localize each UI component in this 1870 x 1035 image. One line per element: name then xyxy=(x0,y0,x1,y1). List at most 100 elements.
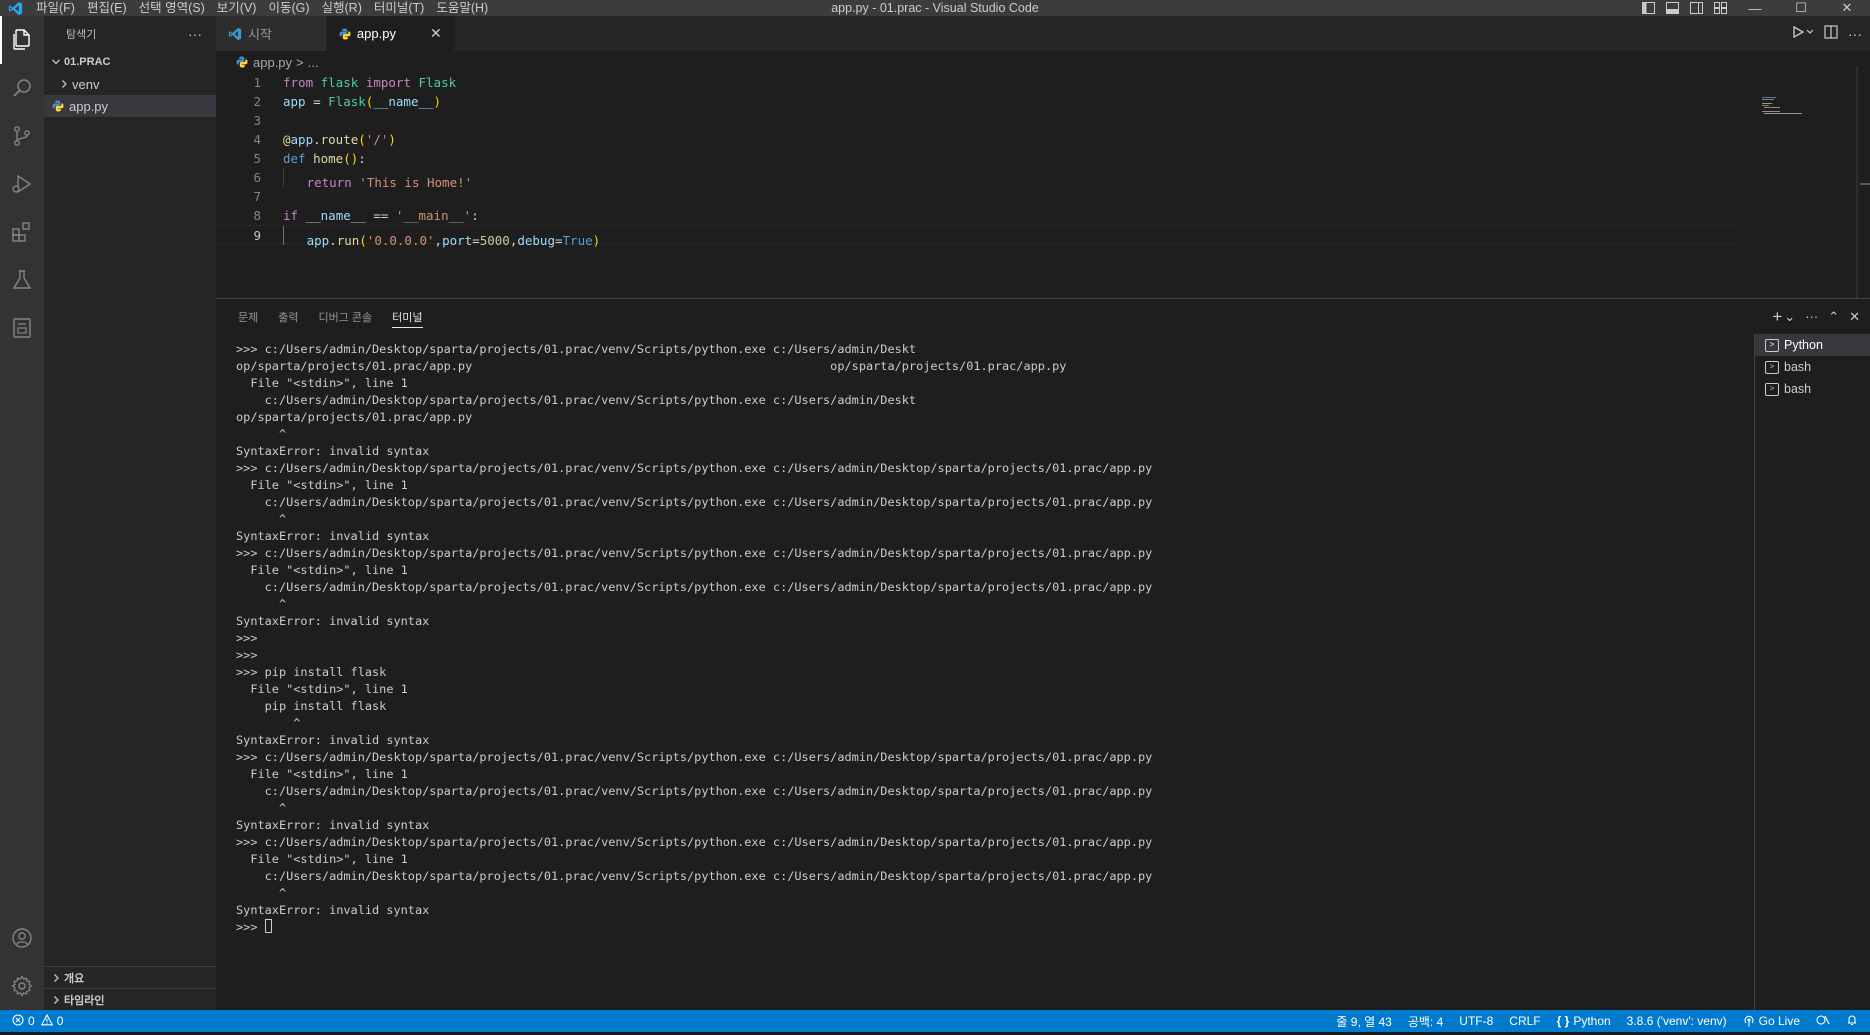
go-live-button[interactable]: Go Live xyxy=(1743,1014,1800,1028)
terminal-icon: > xyxy=(1765,360,1779,374)
terminal-list: > Python > bash > bash xyxy=(1754,334,1870,1011)
terminal-line: File "<stdin>", line 1 xyxy=(236,376,408,390)
remote-explorer-icon[interactable] xyxy=(0,304,44,352)
new-terminal-button[interactable]: + xyxy=(1772,307,1782,327)
code-editor[interactable]: 1 from flask import Flask 2 app = Flask(__… xyxy=(216,73,1870,248)
close-panel-icon[interactable]: ✕ xyxy=(1849,309,1860,325)
breadcrumb-file[interactable]: app.py xyxy=(253,55,292,70)
terminal-line: >>> xyxy=(236,631,258,645)
terminal-item-bash[interactable]: > bash xyxy=(1755,356,1870,378)
menu-bar: 파일(F) 편집(E) 선택 영역(S) 보기(V) 이동(G) 실행(R) 터… xyxy=(30,0,494,16)
minimize-button[interactable]: — xyxy=(1732,0,1778,16)
chevron-right-icon xyxy=(48,995,64,1005)
tab-debug-console[interactable]: 디버그 콘솔 xyxy=(309,299,383,334)
terminal-item-label: Python xyxy=(1784,338,1823,352)
terminal-item-label: bash xyxy=(1784,360,1812,374)
terminal-line: op/sparta/projects/01.prac/app.py op/spa… xyxy=(236,359,1067,373)
timeline-section[interactable]: 타임라인 xyxy=(44,988,216,1010)
menu-file[interactable]: 파일(F) xyxy=(30,0,81,16)
feedback-icon[interactable] xyxy=(1816,1014,1830,1029)
split-editor-icon[interactable] xyxy=(1824,25,1838,42)
terminal-line: c:/Users/admin/Desktop/sparta/projects/0… xyxy=(236,393,917,407)
terminal-line: >>> pip install flask xyxy=(236,665,387,679)
editor-scrollbar[interactable] xyxy=(1856,66,1870,298)
terminal-line: >>> xyxy=(236,648,258,662)
tab-terminal[interactable]: 터미널 xyxy=(382,299,432,334)
terminal-cursor xyxy=(264,919,272,933)
terminal-line: >>> c:/Users/admin/Desktop/sparta/projec… xyxy=(236,835,1153,849)
toggle-secondary-sidebar-icon[interactable] xyxy=(1684,0,1708,16)
run-debug-icon[interactable] xyxy=(0,160,44,208)
end-of-line[interactable]: CRLF xyxy=(1509,1014,1540,1028)
manage-gear-icon[interactable] xyxy=(0,962,44,1010)
code-line: 2 app = Flask(__name__) xyxy=(216,92,1870,111)
language-mode[interactable]: { } Python xyxy=(1557,1014,1611,1028)
notifications-bell-icon[interactable] xyxy=(1846,1014,1858,1029)
tab-problems[interactable]: 문제 xyxy=(228,299,268,334)
menu-edit[interactable]: 편집(E) xyxy=(81,0,133,16)
code-line: 3 xyxy=(216,111,1870,130)
line-number: 9 xyxy=(253,228,261,243)
tab-welcome[interactable]: 시작 xyxy=(216,16,327,51)
line-number: 2 xyxy=(253,94,261,109)
close-tab-icon[interactable]: ✕ xyxy=(430,25,442,42)
terminal-line: ^ xyxy=(236,801,287,815)
code-line: 4 @app.route('/') xyxy=(216,130,1870,149)
title-bar: 파일(F) 편집(E) 선택 영역(S) 보기(V) 이동(G) 실행(R) 터… xyxy=(0,0,1870,16)
breadcrumb-symbols[interactable]: ... xyxy=(308,55,319,70)
tree-item-venv[interactable]: venv xyxy=(44,73,216,95)
menu-selection[interactable]: 선택 영역(S) xyxy=(133,0,211,16)
line-number: 4 xyxy=(253,132,261,147)
tab-app-py[interactable]: app.py ✕ xyxy=(326,16,455,51)
code-line: 1 from flask import Flask xyxy=(216,73,1870,92)
toggle-panel-icon[interactable] xyxy=(1660,0,1684,16)
terminal-item-bash[interactable]: > bash xyxy=(1755,378,1870,400)
editor-more-actions-icon[interactable]: ··· xyxy=(1848,26,1862,42)
terminal-output[interactable]: >>> c:/Users/admin/Desktop/sparta/projec… xyxy=(236,341,1456,936)
breadcrumb-separator: > xyxy=(296,54,304,70)
customize-layout-icon[interactable] xyxy=(1708,0,1732,16)
encoding[interactable]: UTF-8 xyxy=(1459,1014,1493,1028)
explorer-icon[interactable] xyxy=(0,16,44,64)
menu-run[interactable]: 실행(R) xyxy=(316,0,368,16)
menu-terminal[interactable]: 터미널(T) xyxy=(368,0,430,16)
menu-go[interactable]: 이동(G) xyxy=(262,0,315,16)
extensions-icon[interactable] xyxy=(0,208,44,256)
maximize-button[interactable]: ☐ xyxy=(1778,0,1824,16)
python-interpreter[interactable]: 3.8.6 ('venv': venv) xyxy=(1627,1014,1727,1028)
terminal-profile-chevron-icon[interactable]: ⌄ xyxy=(1784,309,1795,325)
terminal-line: ^ xyxy=(236,597,287,611)
tab-output[interactable]: 출력 xyxy=(268,299,308,334)
bottom-panel: 문제 출력 디버그 콘솔 터미널 + ⌄ ··· ⌃ ✕ >>> c:/User… xyxy=(216,298,1870,1011)
testing-icon[interactable] xyxy=(0,256,44,304)
tree-item-app-py[interactable]: app.py xyxy=(44,95,216,117)
indentation[interactable]: 공백: 4 xyxy=(1408,1013,1443,1030)
menu-help[interactable]: 도움말(H) xyxy=(430,0,494,16)
breadcrumb: app.py > ... xyxy=(216,51,1870,73)
code-line: 5 def home(): xyxy=(216,149,1870,168)
tree-item-label: app.py xyxy=(69,98,109,114)
account-icon[interactable] xyxy=(0,914,44,962)
folder-root[interactable]: 01.PRAC xyxy=(44,51,216,73)
status-bar: 0 0 줄 9, 열 43 공백: 4 UTF-8 CRLF { } Pytho… xyxy=(0,1010,1870,1032)
toggle-primary-sidebar-icon[interactable] xyxy=(1636,0,1660,16)
panel-more-actions-icon[interactable]: ··· xyxy=(1805,309,1818,324)
problems-indicator[interactable]: 0 0 xyxy=(0,1013,63,1029)
sidebar-more-button[interactable]: ··· xyxy=(188,26,202,42)
source-control-icon[interactable] xyxy=(0,112,44,160)
chevron-right-icon xyxy=(48,973,64,983)
error-count: 0 xyxy=(28,1014,35,1028)
close-window-button[interactable]: ✕ xyxy=(1824,0,1870,16)
outline-section[interactable]: 개요 xyxy=(44,966,216,988)
line-number: 5 xyxy=(253,151,261,166)
menu-view[interactable]: 보기(V) xyxy=(211,0,263,16)
line-number: 3 xyxy=(253,113,261,128)
search-icon[interactable] xyxy=(0,64,44,112)
maximize-panel-icon[interactable]: ⌃ xyxy=(1828,309,1839,325)
cursor-position[interactable]: 줄 9, 열 43 xyxy=(1336,1013,1391,1030)
run-python-file-icon[interactable] xyxy=(1792,25,1814,42)
terminal-item-python[interactable]: > Python xyxy=(1755,334,1870,356)
line-number: 1 xyxy=(253,75,261,90)
terminal-prompt-line[interactable]: >>> xyxy=(236,919,1456,936)
minimap[interactable] xyxy=(1762,96,1804,126)
